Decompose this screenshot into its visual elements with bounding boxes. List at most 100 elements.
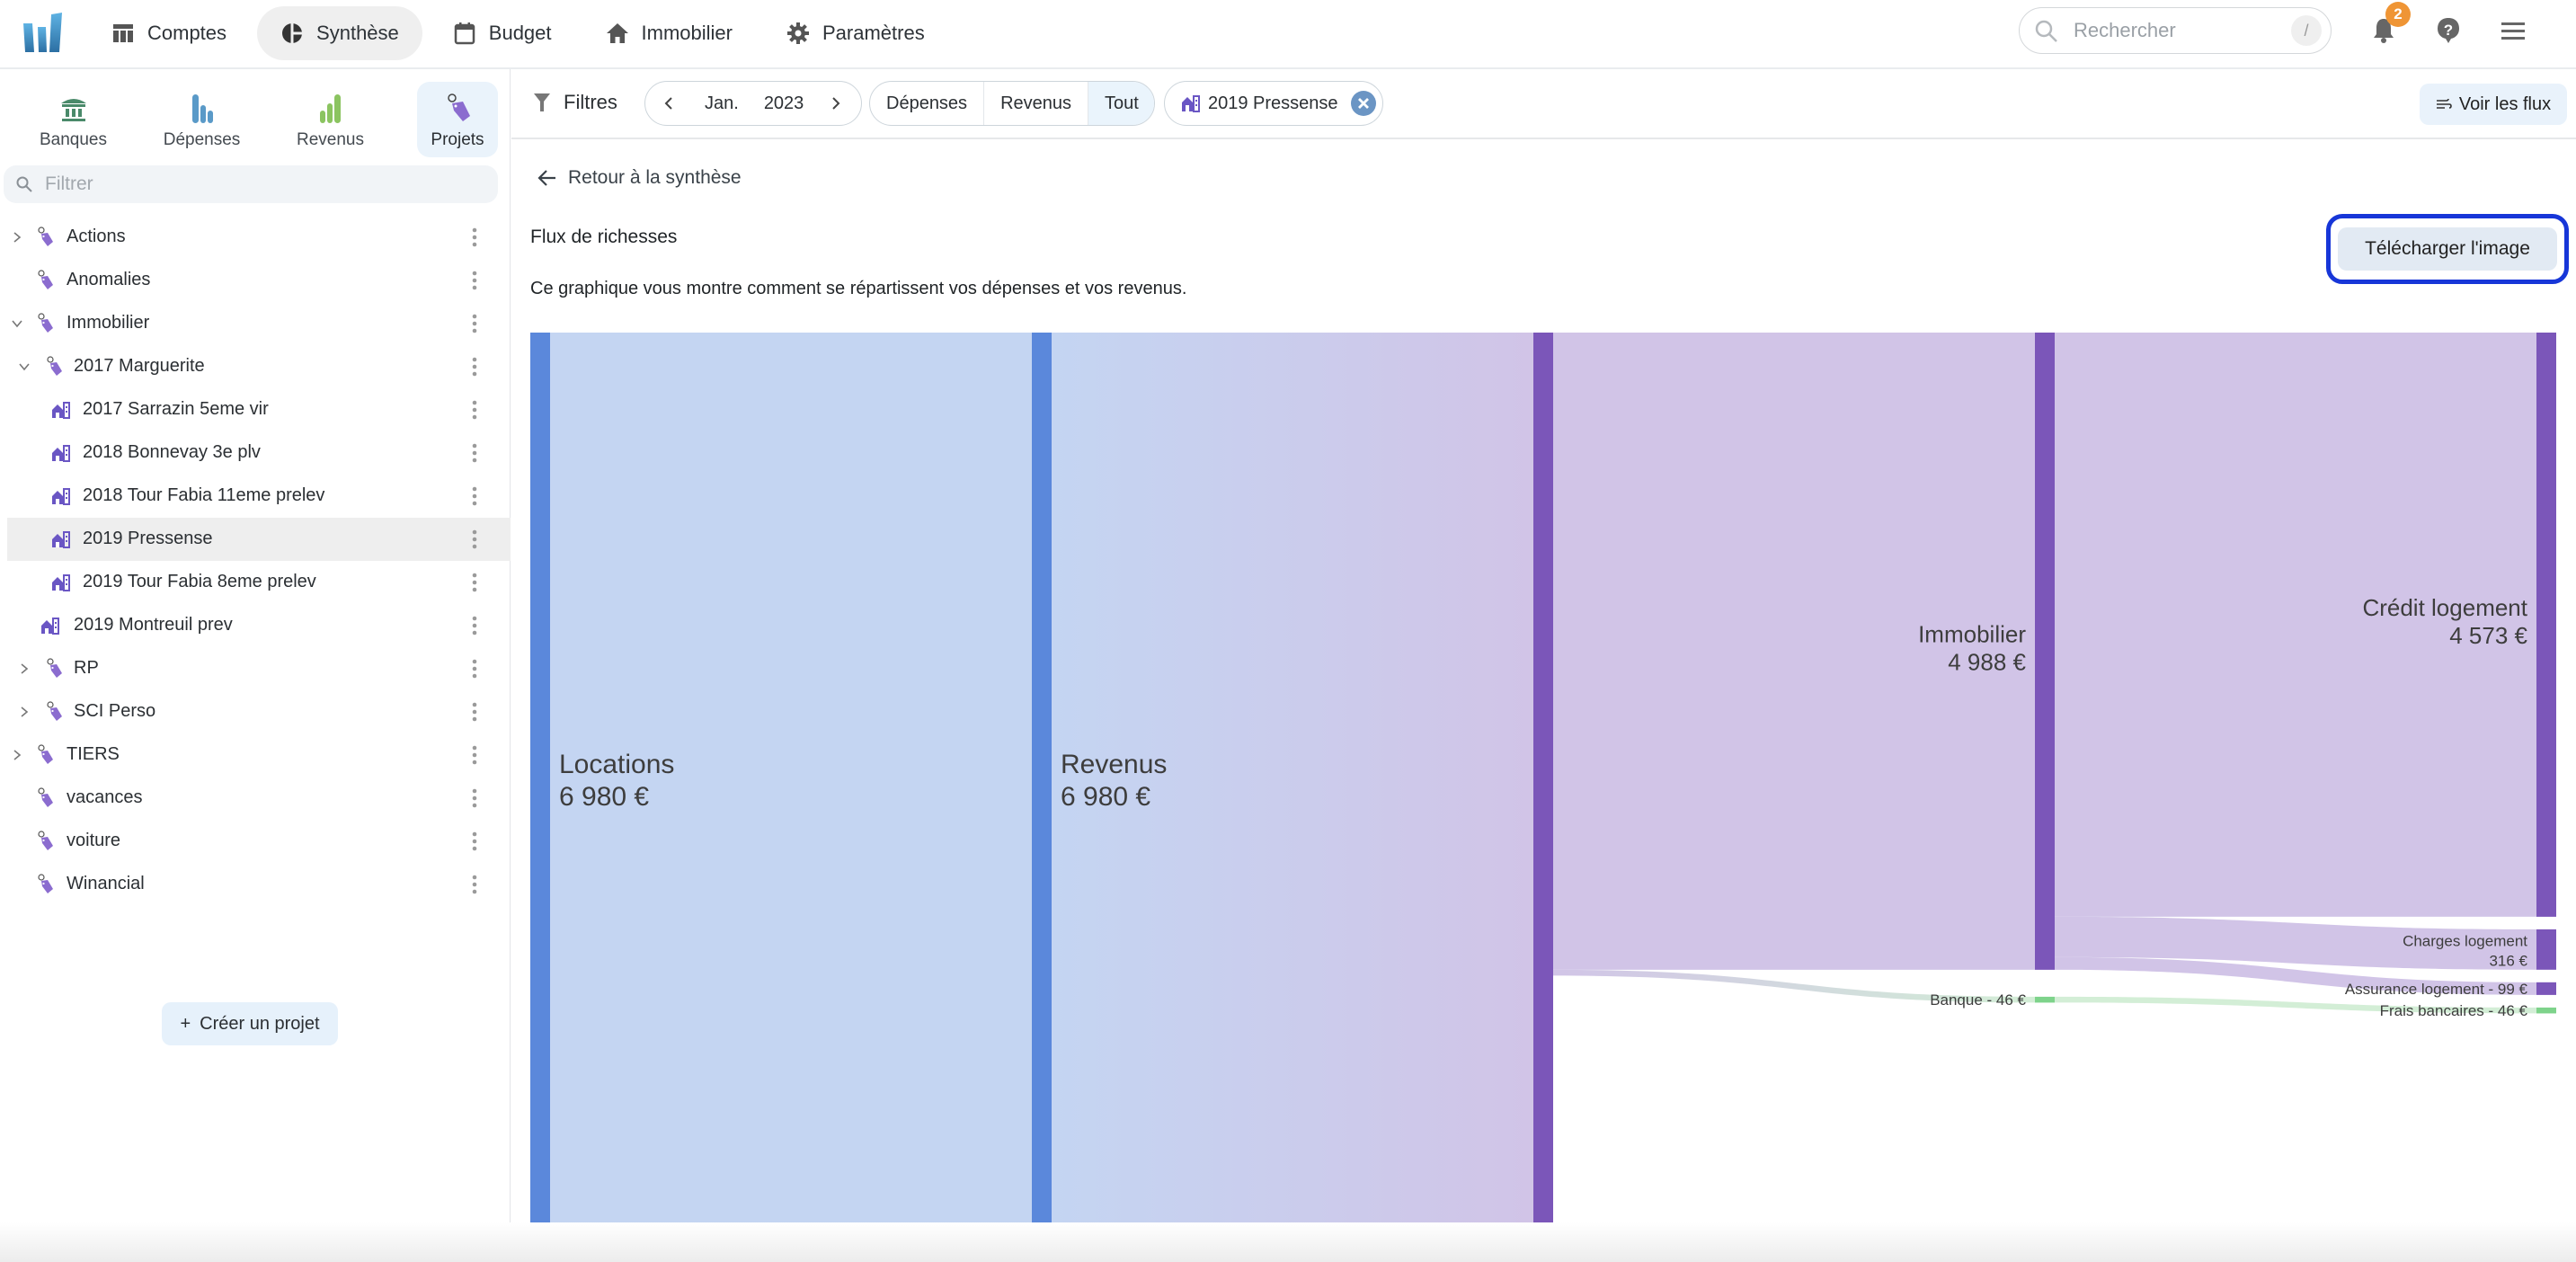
tree-item[interactable]: voiture (0, 820, 511, 863)
chevron-left-icon[interactable] (662, 96, 676, 111)
sankey-node-charges[interactable] (2536, 929, 2556, 970)
tree-item[interactable]: 2019 Tour Fabia 8eme prelev (0, 561, 511, 604)
tree-item[interactable]: Actions (0, 216, 511, 259)
tree-item-label: voiture (67, 831, 121, 850)
project-tree: Actions Anomalies Immobilier 2017 Marguerit… (0, 216, 511, 906)
sankey-node-locations[interactable] (530, 333, 550, 1224)
sankey-node-immobilier[interactable] (2035, 333, 2055, 970)
more-options-icon[interactable] (467, 227, 482, 248)
tab-projets[interactable]: Projets (417, 82, 498, 157)
more-options-icon[interactable] (467, 831, 482, 852)
filters-toggle[interactable]: Filtres (533, 91, 617, 114)
more-options-icon[interactable] (467, 313, 482, 334)
nav-immobilier[interactable]: Immobilier (582, 6, 756, 60)
date-year[interactable]: 2023 (764, 93, 804, 114)
sidebar: Banques Dépenses Revenus Projets Actions… (0, 69, 511, 1262)
search-input[interactable] (2074, 17, 2271, 44)
chevron-down-icon[interactable] (18, 360, 31, 373)
menu-icon[interactable] (2499, 16, 2527, 45)
node-value: 4 573 € (2449, 622, 2527, 649)
type-depenses[interactable]: Dépenses (870, 82, 983, 125)
tree-item[interactable]: TIERS (0, 733, 511, 777)
chevron-right-icon[interactable] (11, 749, 23, 761)
date-month[interactable]: Jan. (705, 93, 739, 114)
more-options-icon[interactable] (467, 874, 482, 895)
view-flows-button[interactable]: Voir les flux (2420, 84, 2567, 125)
more-options-icon[interactable] (467, 572, 482, 593)
tree-item[interactable]: Anomalies (0, 259, 511, 302)
tree-item-label: Anomalies (67, 270, 151, 289)
more-options-icon[interactable] (467, 485, 482, 507)
search-icon (2035, 20, 2057, 42)
more-options-icon[interactable] (467, 615, 482, 636)
search-box[interactable]: / (2019, 7, 2332, 54)
nav-parametres[interactable]: Paramètres (763, 6, 948, 60)
chevron-right-icon[interactable] (829, 96, 843, 111)
nav-synthese[interactable]: Synthèse (257, 6, 422, 60)
tree-item[interactable]: 2017 Sarrazin 5eme vir (0, 388, 511, 431)
chevron-down-icon[interactable] (11, 317, 23, 330)
tag-icon (47, 701, 62, 721)
help-icon[interactable]: ? (2434, 16, 2463, 45)
type-revenus[interactable]: Revenus (983, 82, 1088, 125)
create-project-label: Créer un projet (200, 1013, 320, 1034)
tree-item[interactable]: Immobilier (0, 302, 511, 345)
tree-item[interactable]: 2019 Pressense (7, 518, 511, 561)
arrow-left-icon (537, 170, 555, 186)
type-tout[interactable]: Tout (1088, 82, 1154, 125)
chevron-right-icon[interactable] (18, 706, 31, 718)
table-icon (113, 24, 133, 42)
node-label: Immobilier (1918, 620, 2026, 647)
nav-comptes[interactable]: Comptes (88, 6, 250, 60)
chevron-right-icon[interactable] (11, 231, 23, 244)
more-options-icon[interactable] (467, 658, 482, 680)
chevron-right-icon[interactable] (18, 662, 31, 675)
tag-icon (448, 93, 470, 121)
calendar-icon (454, 22, 475, 45)
tab-projets-label: Projets (431, 130, 484, 149)
date-picker: Jan. 2023 (644, 81, 862, 126)
remove-filter-button[interactable] (1350, 91, 1376, 116)
download-image-button[interactable]: Télécharger l'image (2338, 227, 2557, 271)
more-options-icon[interactable] (467, 787, 482, 809)
expenses-bars-icon (191, 94, 213, 123)
node-value: 6 980 € (559, 782, 649, 812)
sankey-node-revenus[interactable] (1032, 333, 1052, 1224)
sankey-node-frais[interactable] (2536, 1007, 2556, 1014)
tree-item[interactable]: 2019 Montreuil prev (0, 604, 511, 647)
app-logo[interactable] (22, 11, 65, 56)
sankey-node-credit[interactable] (2536, 333, 2556, 917)
nav-parametres-label: Paramètres (822, 22, 925, 44)
more-options-icon[interactable] (467, 744, 482, 766)
more-options-icon[interactable] (467, 529, 482, 550)
project-filter-chip[interactable]: 2019 Pressense (1164, 81, 1383, 126)
sidebar-filter[interactable] (4, 165, 498, 203)
tab-revenus[interactable]: Revenus (266, 82, 395, 157)
tree-item[interactable]: 2018 Tour Fabia 11eme prelev (0, 475, 511, 518)
tree-item-label: Winancial (67, 874, 145, 893)
tree-item[interactable]: RP (0, 647, 511, 690)
more-options-icon[interactable] (467, 270, 482, 291)
node-value: 4 988 € (1948, 648, 2026, 675)
more-options-icon[interactable] (467, 701, 482, 723)
sidebar-filter-input[interactable] (45, 172, 476, 197)
tree-item[interactable]: SCI Perso (0, 690, 511, 733)
tree-item[interactable]: 2017 Marguerite (0, 345, 511, 388)
more-options-icon[interactable] (467, 399, 482, 421)
tree-item[interactable]: vacances (0, 777, 511, 820)
tree-item-label: 2018 Bonnevay 3e plv (83, 442, 261, 462)
sankey-node-banque[interactable] (2035, 996, 2055, 1003)
more-options-icon[interactable] (467, 442, 482, 464)
tree-item-label: 2019 Tour Fabia 8eme prelev (83, 572, 316, 591)
view-flows-label: Voir les flux (2458, 93, 2552, 114)
tab-depenses[interactable]: Dépenses (138, 82, 266, 157)
more-options-icon[interactable] (467, 356, 482, 378)
tree-item[interactable]: 2018 Bonnevay 3e plv (0, 431, 511, 475)
tree-item[interactable]: Winancial (0, 863, 511, 906)
tab-banques[interactable]: Banques (9, 82, 138, 157)
create-project-button[interactable]: + Créer un projet (162, 1002, 338, 1045)
sankey-node-assurance[interactable] (2536, 982, 2556, 995)
sankey-node-depenses[interactable] (1533, 333, 1553, 1224)
nav-budget[interactable]: Budget (430, 6, 575, 60)
back-to-synthesis-link[interactable]: Retour à la synthèse (537, 167, 742, 189)
